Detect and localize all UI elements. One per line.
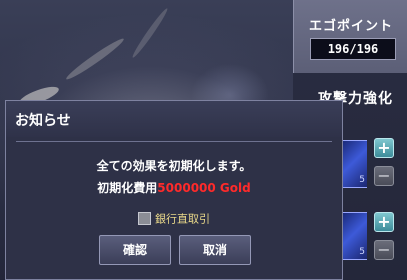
minus-button-2[interactable]: −: [374, 240, 394, 260]
confirm-button[interactable]: 確認: [99, 235, 171, 265]
ego-point-value: 196/196: [310, 38, 396, 60]
plus-button-2[interactable]: +: [374, 212, 394, 232]
cancel-button[interactable]: 取消: [179, 235, 251, 265]
skill-slot-2[interactable]: 5: [343, 212, 367, 260]
cost-value: 5000000 Gold: [157, 181, 251, 195]
cost-label: 初期化費用: [97, 181, 158, 195]
skill-slot-1[interactable]: 5: [343, 140, 367, 188]
feather-decoration: [64, 35, 126, 83]
dialog-divider: [16, 141, 332, 142]
minus-button-1[interactable]: −: [374, 166, 394, 186]
cost-line: 初期化費用5000000 Gold: [6, 179, 342, 196]
dialog-message: 全ての効果を初期化します。: [96, 159, 252, 173]
notice-dialog: お知らせ 全ての効果を初期化します。 初期化費用5000000 Gold 銀行直…: [5, 100, 343, 280]
dialog-header: お知らせ: [6, 101, 342, 137]
slot-number: 5: [359, 175, 365, 185]
plus-button-1[interactable]: +: [374, 138, 394, 158]
bank-direct-label: 銀行直取引: [155, 212, 210, 226]
feather-decoration: [130, 6, 170, 60]
ego-point-title: エゴポイント: [308, 19, 393, 34]
dialog-title: お知らせ: [15, 113, 71, 129]
ego-point-panel: エゴポイント 196/196: [293, 0, 407, 73]
bank-direct-checkbox[interactable]: [138, 212, 151, 225]
slot-number: 5: [359, 247, 365, 257]
bank-direct-row: 銀行直取引: [6, 208, 342, 227]
